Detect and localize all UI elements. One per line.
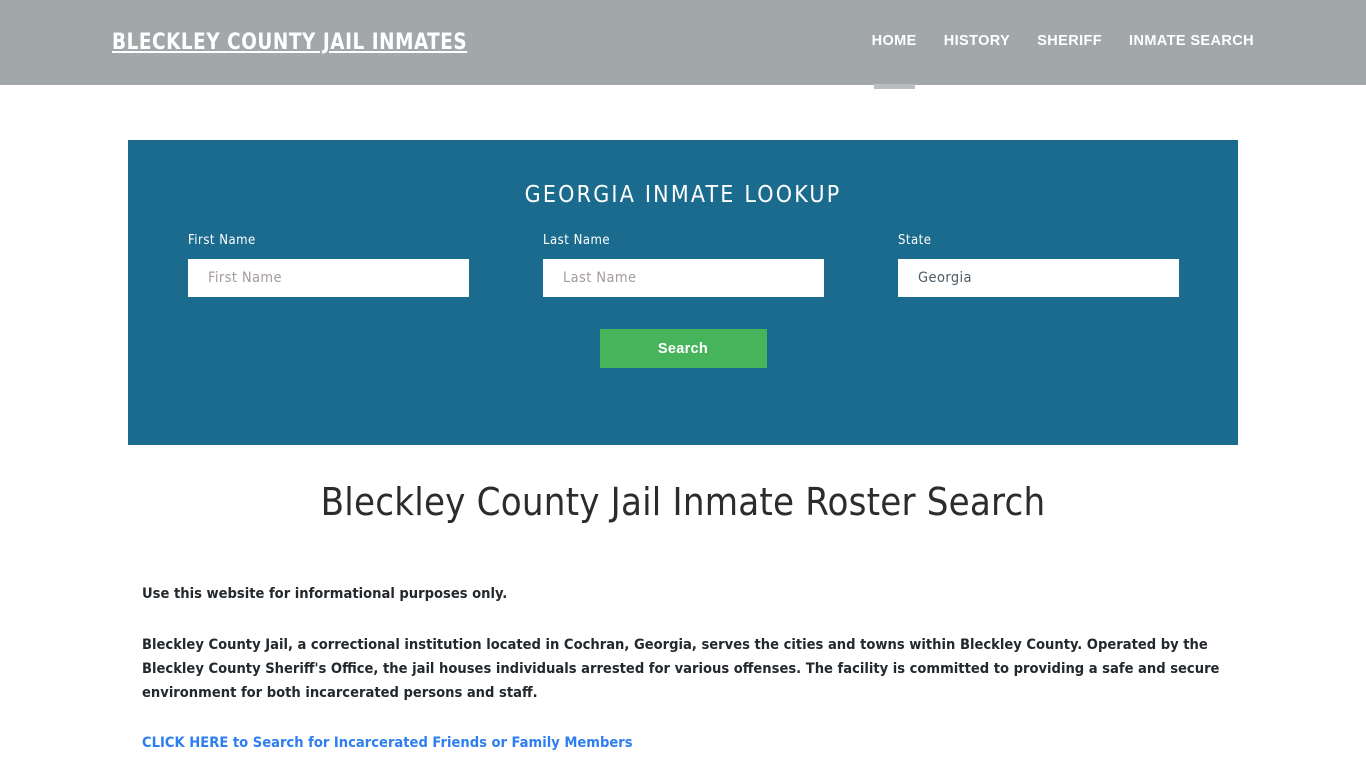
lead-paragraph: Use this website for informational purpo… xyxy=(142,585,508,602)
panel-title: GEORGIA INMATE LOOKUP xyxy=(524,182,842,208)
nav-item-sheriff[interactable]: SHERIFF xyxy=(1037,33,1102,53)
page-title: Bleckley County Jail Inmate Roster Searc… xyxy=(320,480,1046,524)
state-label: State xyxy=(898,233,932,248)
site-brand-title[interactable]: BLECKLEY COUNTY JAIL INMATES xyxy=(112,30,467,55)
nav-item-inmate-search[interactable]: INMATE SEARCH xyxy=(1129,33,1254,53)
last-name-label: Last Name xyxy=(543,233,611,248)
nav-item-history[interactable]: HISTORY xyxy=(944,33,1010,53)
state-input[interactable] xyxy=(898,259,1179,297)
search-button[interactable]: Search xyxy=(599,329,767,368)
state-field-group: State xyxy=(898,233,1179,297)
nav-item-home[interactable]: HOME xyxy=(872,33,917,89)
description-paragraph: Bleckley County Jail, a correctional ins… xyxy=(142,636,1220,701)
last-name-field-group: Last Name xyxy=(543,233,824,297)
search-button-wrap: Search xyxy=(128,329,1238,368)
lookup-fields-row: First Name Last Name State xyxy=(128,233,1238,308)
site-header: BLECKLEY COUNTY JAIL INMATES HOME HISTOR… xyxy=(0,0,1366,89)
inmate-lookup-panel: GEORGIA INMATE LOOKUP First Name Last Na… xyxy=(128,140,1238,445)
search-friends-family-link[interactable]: CLICK HERE to Search for Incarcerated Fr… xyxy=(142,734,633,751)
main-navigation: HOME HISTORY SHERIFF INMATE SEARCH xyxy=(872,33,1254,89)
main-content: Bleckley County Jail Inmate Roster Searc… xyxy=(0,480,1366,755)
last-name-input[interactable] xyxy=(543,259,824,297)
first-name-label: First Name xyxy=(188,233,256,248)
first-name-field-group: First Name xyxy=(188,233,469,297)
content-copy: Use this website for informational purpo… xyxy=(0,524,1366,755)
first-name-input[interactable] xyxy=(188,259,469,297)
cta-link-row: CLICK HERE to Search for Incarcerated Fr… xyxy=(142,705,1224,755)
